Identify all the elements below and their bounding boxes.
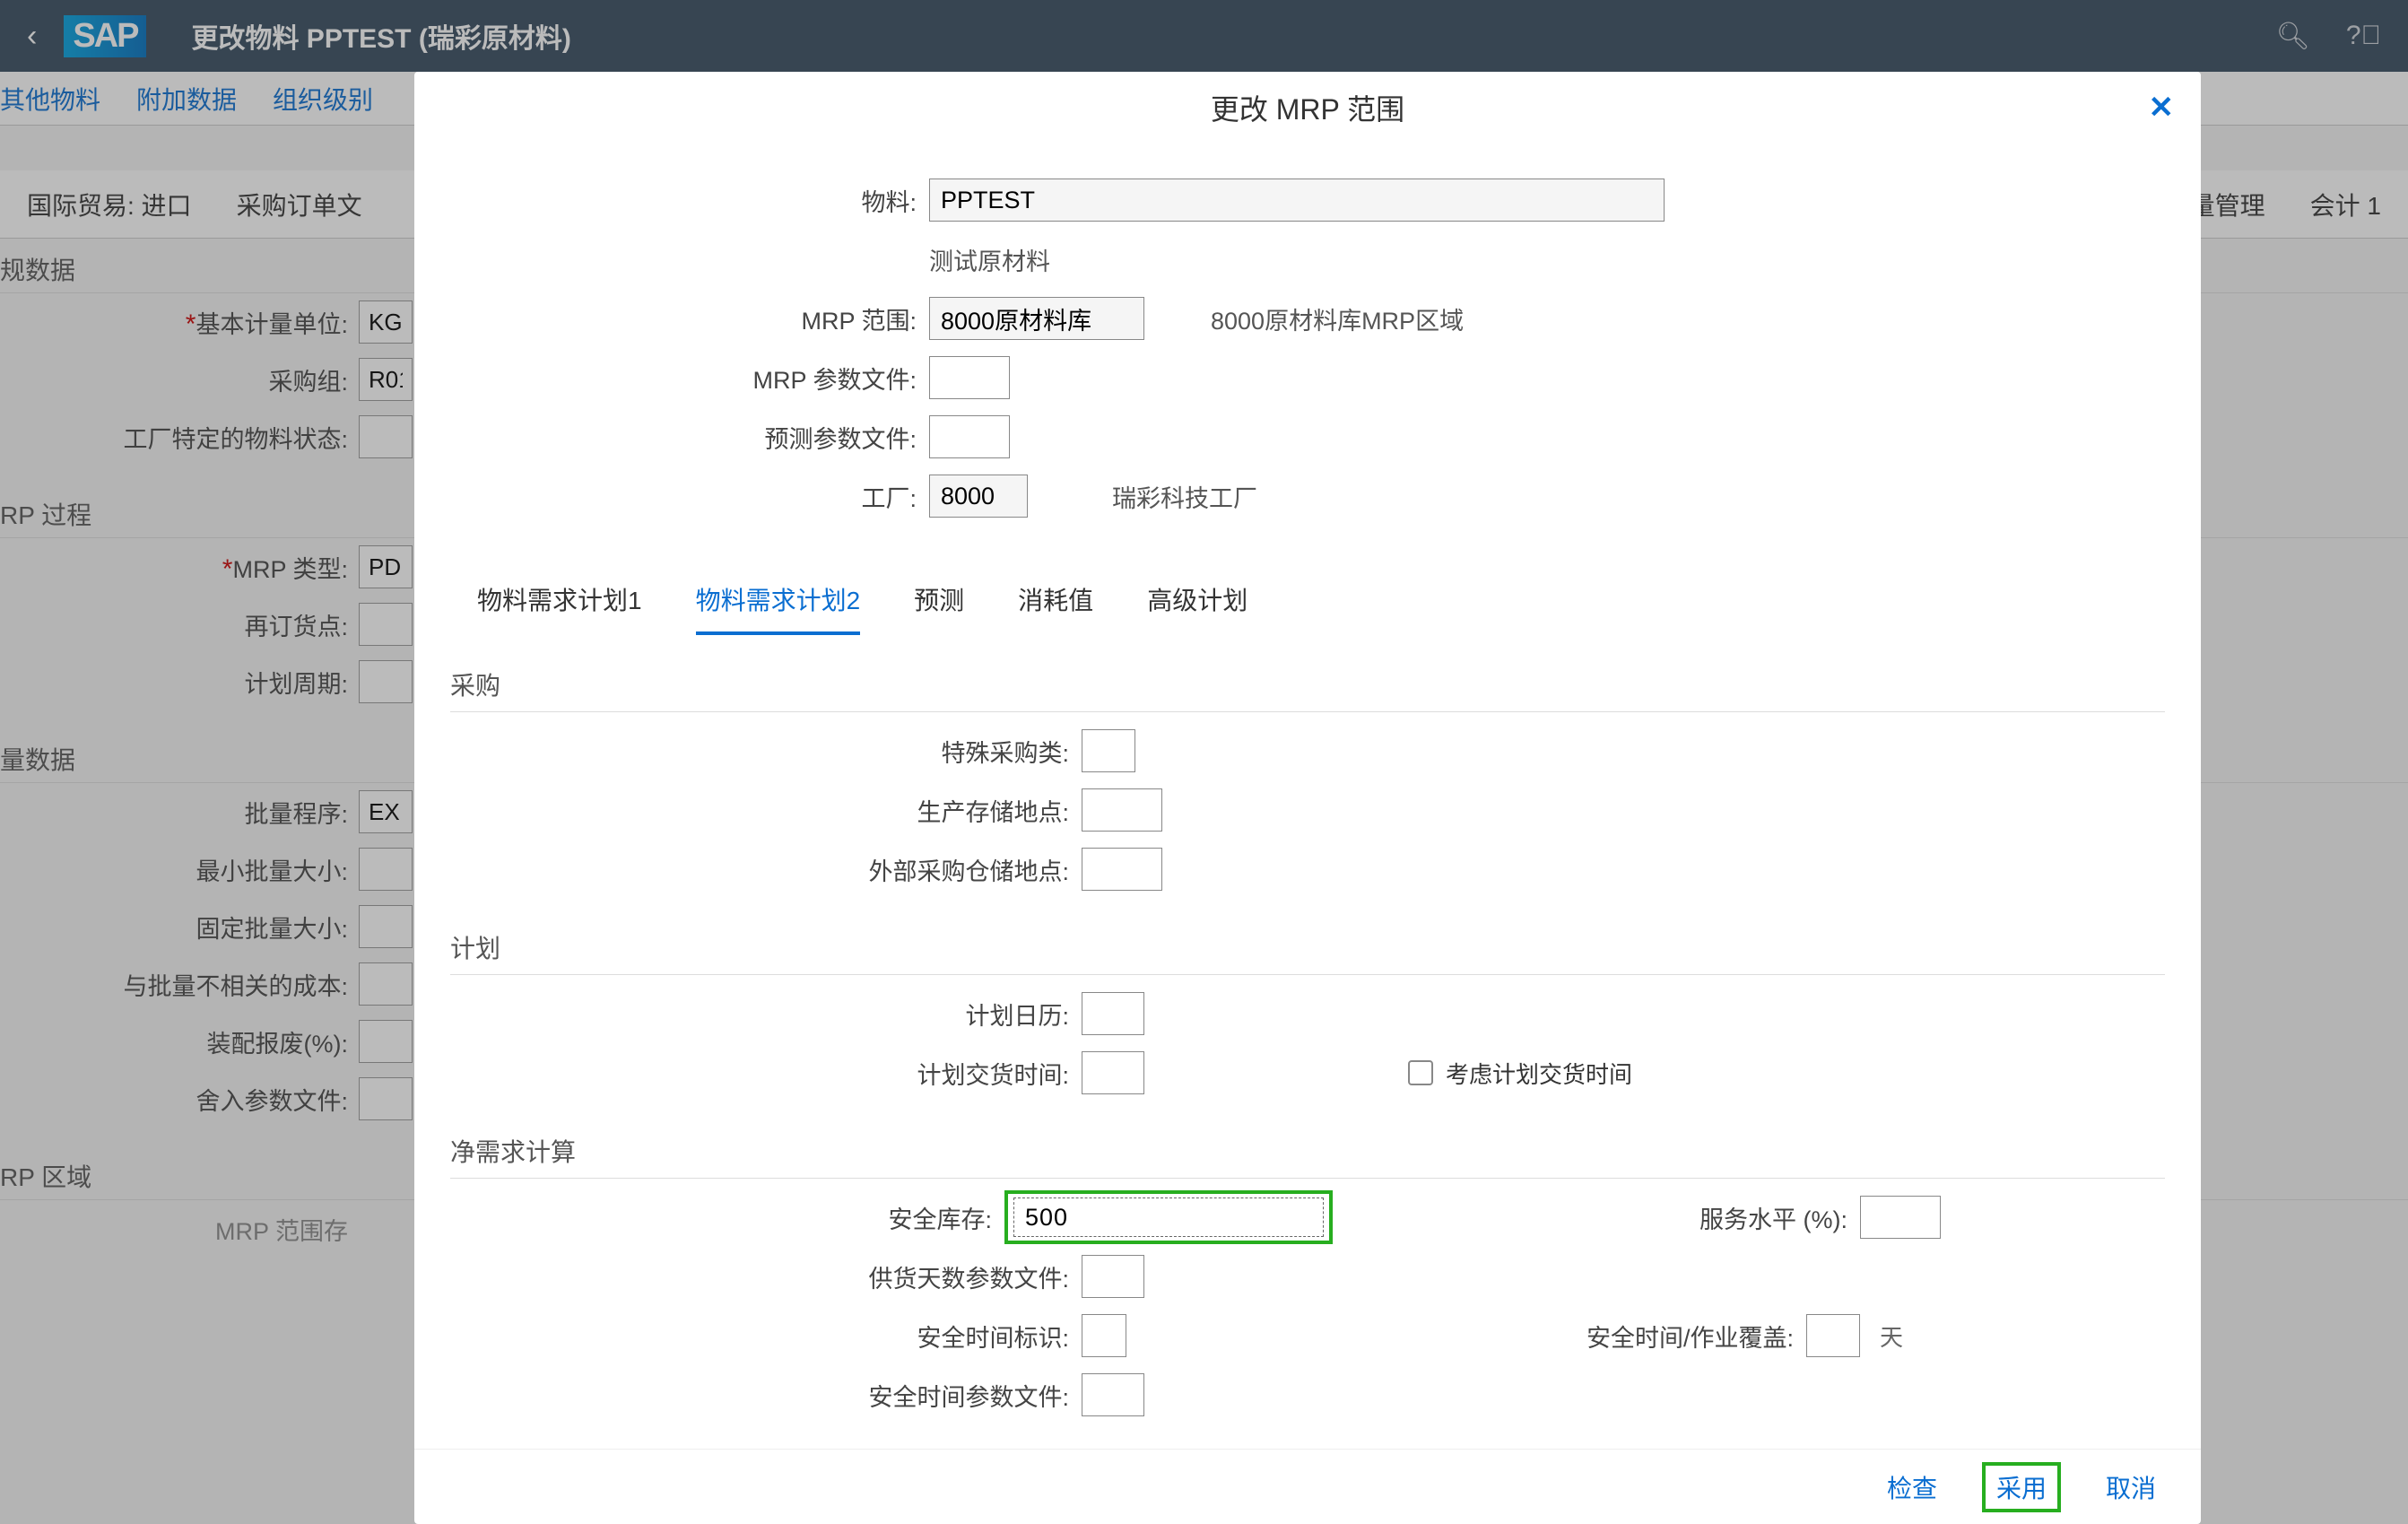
safety-time-ind-input[interactable] [1082, 1314, 1126, 1357]
consider-pdt-label: 考虑计划交货时间 [1446, 1057, 1632, 1090]
section-title-procurement: 采购 [450, 663, 2165, 712]
safety-time-cov-input[interactable] [1806, 1314, 1860, 1357]
tab-advanced-planning[interactable]: 高级计划 [1147, 570, 1247, 635]
modal-footer: 检查 采用 取消 [414, 1449, 2201, 1524]
forecast-profile-input[interactable] [929, 415, 1010, 458]
safety-time-profile-input[interactable] [1082, 1373, 1144, 1416]
plant-input [929, 475, 1028, 518]
tab-consumption[interactable]: 消耗值 [1018, 570, 1093, 635]
section-procurement: 采购 特殊采购类: 生产存储地点: 外部采购仓储地点: [450, 663, 2165, 899]
safety-stock-label: 安全库存: [450, 1200, 992, 1235]
plant-desc: 瑞彩科技工厂 [1112, 479, 1257, 514]
material-input [929, 179, 1665, 222]
tab-forecast[interactable]: 预测 [914, 570, 964, 635]
planning-calendar-input[interactable] [1082, 992, 1144, 1035]
consider-pdt-checkbox[interactable] [1408, 1060, 1433, 1085]
section-title-net-requirement: 净需求计算 [450, 1129, 2165, 1179]
apply-button[interactable]: 采用 [1982, 1462, 2061, 1512]
safety-stock-input[interactable] [1013, 1197, 1324, 1237]
material-label: 物料: [450, 183, 917, 218]
mrp-area-desc: 8000原材料库MRP区域 [1211, 301, 1464, 336]
tab-mrp2[interactable]: 物料需求计划2 [696, 570, 861, 635]
mrp-area-input [929, 297, 1144, 340]
service-level-label: 服务水平 (%): [1345, 1200, 1847, 1235]
mrp-area-header-form: 物料: 测试原材料 MRP 范围: 8000原材料库MRP区域 MRP 参数文件… [450, 170, 2165, 526]
cancel-button[interactable]: 取消 [2097, 1464, 2165, 1511]
days-unit-label: 天 [1880, 1319, 1903, 1353]
special-proc-type-label: 特殊采购类: [450, 734, 1069, 769]
section-planning: 计划 计划日历: 计划交货时间: 考虑计划交货时间 [450, 926, 2165, 1102]
safety-time-cov-label: 安全时间/作业覆盖: [1139, 1319, 1794, 1354]
coverage-profile-label: 供货天数参数文件: [450, 1259, 1069, 1294]
safety-time-ind-label: 安全时间标识: [450, 1319, 1069, 1354]
service-level-input[interactable] [1860, 1196, 1941, 1239]
plant-label: 工厂: [450, 479, 917, 514]
planned-deliv-time-input[interactable] [1082, 1051, 1144, 1094]
material-desc: 测试原材料 [929, 242, 1050, 277]
tab-mrp1[interactable]: 物料需求计划1 [477, 570, 642, 635]
section-net-requirement: 净需求计算 安全库存: 服务水平 (%): 供货天数参数文件: 安全时间标识: … [450, 1129, 2165, 1424]
mrp-area-label: MRP 范围: [450, 301, 917, 336]
mrp-profile-label: MRP 参数文件: [450, 361, 917, 396]
check-button[interactable]: 检查 [1878, 1464, 1946, 1511]
coverage-profile-input[interactable] [1082, 1255, 1144, 1298]
modal-body: 物料: 测试原材料 MRP 范围: 8000原材料库MRP区域 MRP 参数文件… [414, 144, 2201, 1449]
safety-time-profile-label: 安全时间参数文件: [450, 1378, 1069, 1413]
planning-calendar-label: 计划日历: [450, 997, 1069, 1032]
planned-deliv-time-label: 计划交货时间: [450, 1056, 1069, 1091]
forecast-profile-label: 预测参数文件: [450, 420, 917, 455]
modal-header: 更改 MRP 范围 ✕ [414, 72, 2201, 144]
safety-stock-highlight [1004, 1190, 1333, 1244]
ext-proc-stor-loc-input[interactable] [1082, 848, 1162, 891]
mrp-profile-input[interactable] [929, 356, 1010, 399]
section-title-planning: 计划 [450, 926, 2165, 975]
special-proc-type-input[interactable] [1082, 729, 1135, 772]
modal-title: 更改 MRP 范围 [1211, 87, 1404, 128]
close-icon[interactable]: ✕ [2149, 90, 2175, 126]
consider-pdt-row: 考虑计划交货时间 [1408, 1057, 1632, 1090]
mrp-area-modal: 更改 MRP 范围 ✕ 物料: 测试原材料 MRP 范围: 8000原材料库MR… [414, 72, 2201, 1524]
mrp-area-tabs: 物料需求计划1 物料需求计划2 预测 消耗值 高级计划 [450, 570, 2165, 636]
prod-stor-loc-input[interactable] [1082, 788, 1162, 832]
prod-stor-loc-label: 生产存储地点: [450, 793, 1069, 828]
ext-proc-stor-loc-label: 外部采购仓储地点: [450, 852, 1069, 887]
